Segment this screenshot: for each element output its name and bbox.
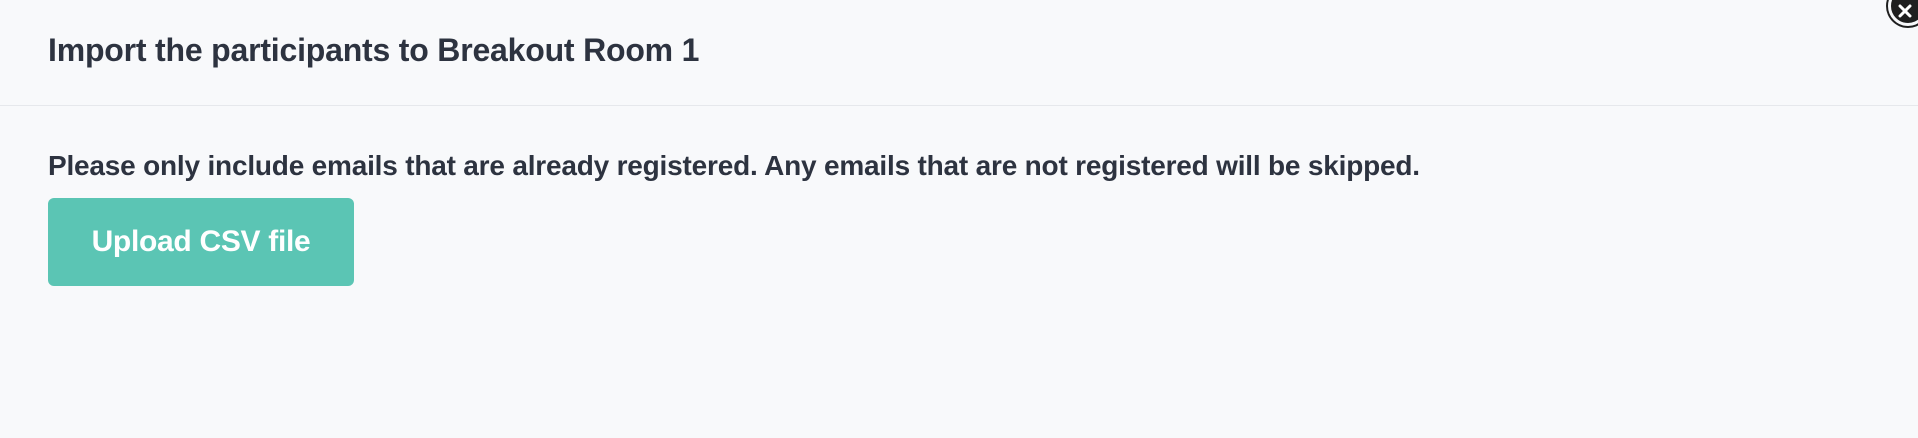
modal-title: Import the participants to Breakout Room… [48, 32, 700, 68]
upload-csv-button[interactable]: Upload CSV file [48, 198, 354, 286]
close-icon [1898, 4, 1912, 18]
modal-body: Please only include emails that are alre… [0, 106, 1918, 286]
instructions-text: Please only include emails that are alre… [48, 150, 1420, 181]
import-participants-modal: Import the participants to Breakout Room… [0, 0, 1918, 438]
modal-header: Import the participants to Breakout Room… [0, 0, 1918, 106]
